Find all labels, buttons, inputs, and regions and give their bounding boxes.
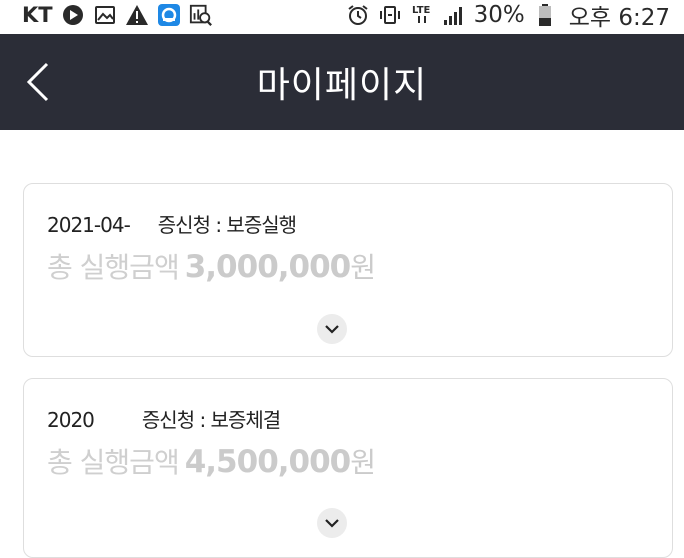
page-title: 마이페이지 xyxy=(256,65,428,106)
card-amount-row: 총 실행금액 3,000,000원 xyxy=(47,246,376,286)
card-date: 2021-04- xyxy=(47,213,131,237)
carrier-label: KT xyxy=(22,3,53,27)
svg-text:LTE: LTE xyxy=(412,5,431,16)
expand-button[interactable] xyxy=(317,314,347,344)
expand-button[interactable] xyxy=(317,508,347,538)
chevron-down-icon xyxy=(325,519,339,528)
back-button[interactable] xyxy=(18,58,58,106)
app-icon xyxy=(157,3,181,27)
amount-value: 3,000,000 xyxy=(184,249,352,285)
status-bar: KT LTE 30% 오후 6:27 xyxy=(0,0,684,32)
amount-value: 4,500,000 xyxy=(184,444,352,480)
clock: 오후 6:27 xyxy=(568,5,670,31)
amount-label: 총 실행금액 xyxy=(47,251,180,284)
status-bar-left: KT xyxy=(22,3,213,27)
signal-icon xyxy=(442,3,466,27)
status-bar-right: LTE 30% 오후 6:27 xyxy=(346,0,670,32)
battery-icon xyxy=(533,3,557,27)
amount-unit: 원 xyxy=(350,251,376,284)
gallery-search-icon xyxy=(189,3,213,27)
amount-unit: 원 xyxy=(350,446,376,479)
card-status: 증신청 : 보증체결 xyxy=(141,408,281,432)
vibrate-icon xyxy=(378,3,402,27)
warning-icon xyxy=(125,3,149,27)
card-status: 증신청 : 보증실행 xyxy=(157,213,297,237)
chevron-down-icon xyxy=(325,325,339,334)
play-store-icon xyxy=(61,3,85,27)
amount-label: 총 실행금액 xyxy=(47,446,180,479)
card-title: 2021-04- 증신청 : 보증실행 xyxy=(47,209,297,238)
chevron-left-icon xyxy=(26,62,49,102)
card-title: 2020 증신청 : 보증체결 xyxy=(47,404,281,433)
lte-icon: LTE xyxy=(410,3,434,27)
image-icon xyxy=(93,3,117,27)
card-date: 2020 xyxy=(47,408,95,432)
guarantee-card[interactable]: 2021-04- 증신청 : 보증실행 총 실행금액 3,000,000원 xyxy=(23,183,673,357)
app-header: 마이페이지 xyxy=(0,34,684,130)
guarantee-card[interactable]: 2020 증신청 : 보증체결 총 실행금액 4,500,000원 xyxy=(23,378,673,558)
card-amount-row: 총 실행금액 4,500,000원 xyxy=(47,441,376,481)
battery-percent: 30% xyxy=(473,2,525,28)
alarm-icon xyxy=(346,3,370,27)
